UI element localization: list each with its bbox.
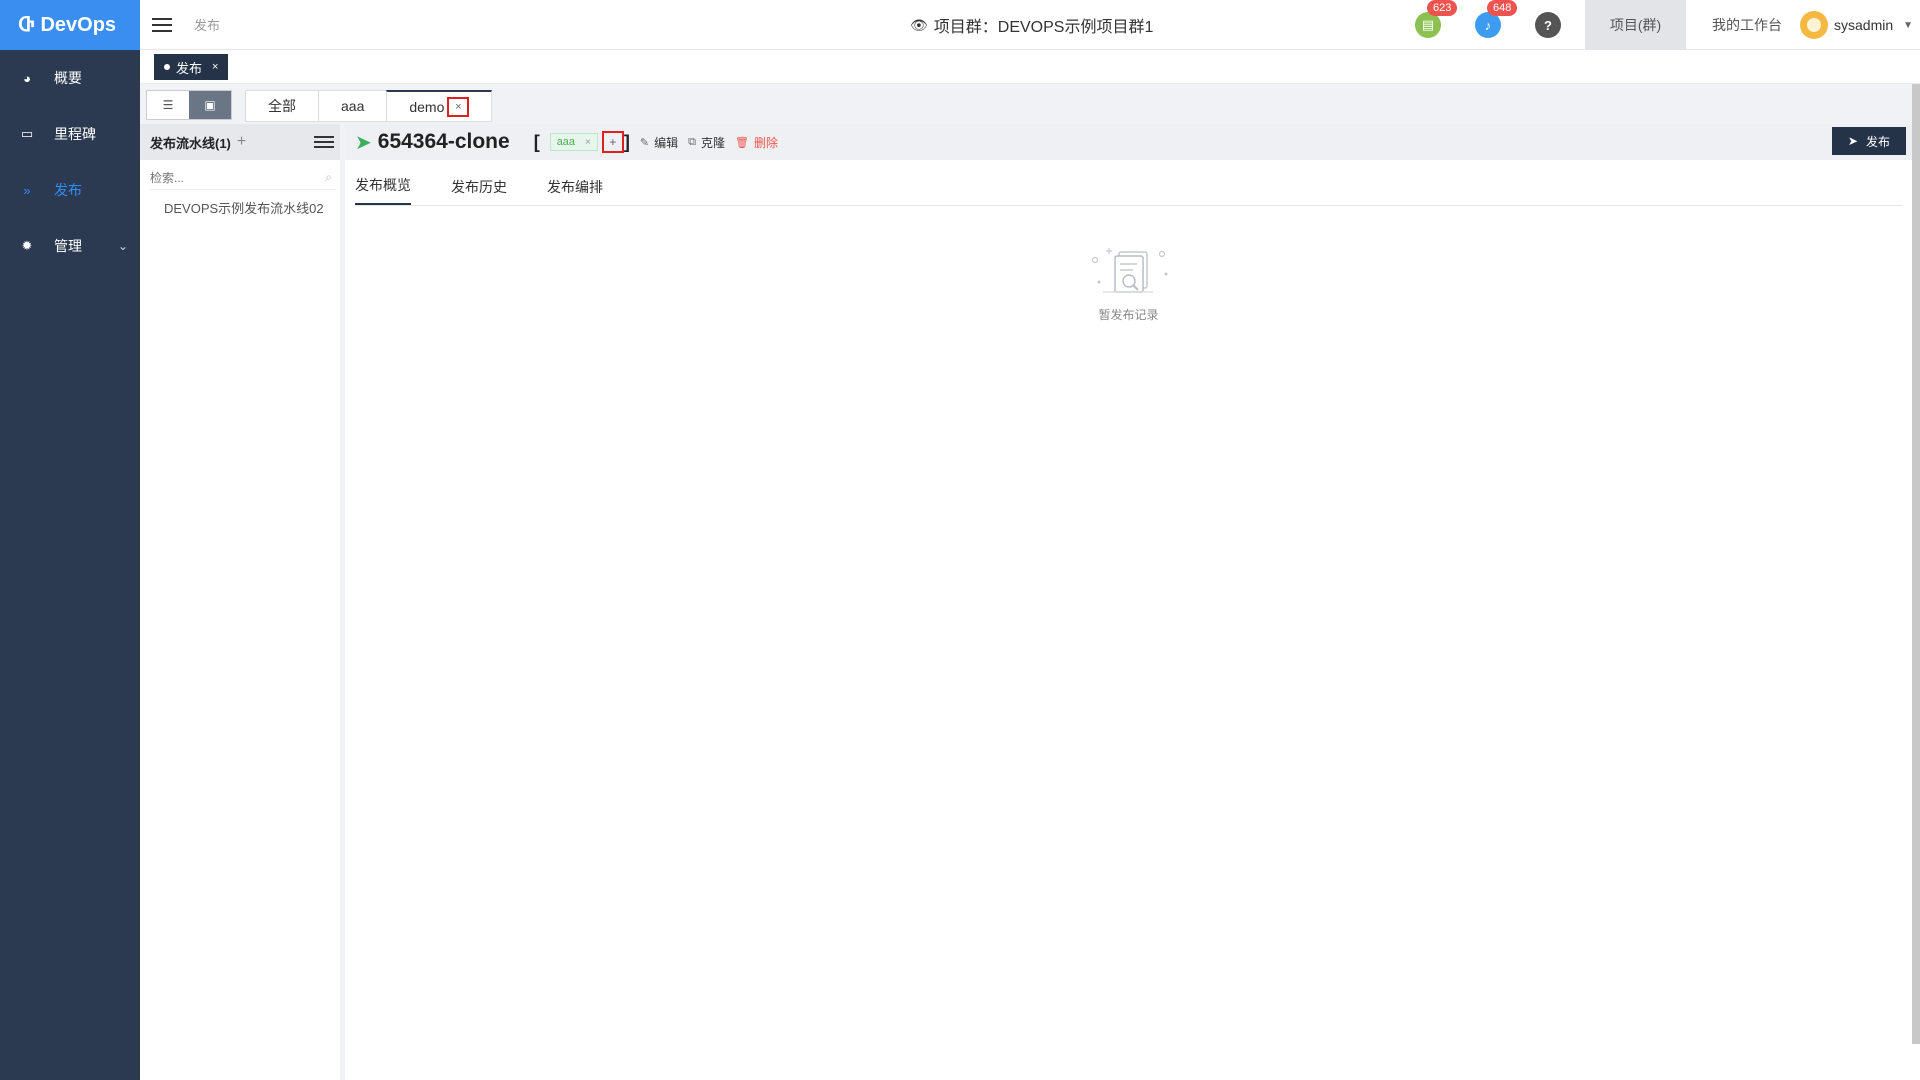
header-icons: ▤ 623 ♪ 648 ? [1415, 0, 1595, 50]
empty-document-icon [1091, 248, 1167, 293]
filter-tab-aaa[interactable]: aaa [318, 90, 387, 122]
pipeline-panel-title: 发布流水线(1) [150, 135, 231, 151]
avatar [1800, 11, 1828, 39]
sidebar-item-milestone[interactable]: ▭ 里程碑 [0, 106, 140, 162]
edit-label: 编辑 [654, 135, 679, 150]
release-title: 654364-clone [377, 130, 510, 153]
menu-icon[interactable] [314, 133, 334, 151]
page-tags-bar: 发布 × [140, 50, 1920, 84]
todo-icon[interactable]: ▤ 623 [1415, 0, 1458, 38]
sidebar-item-label: 概要 [54, 70, 82, 86]
todo-count-badge: 623 [1427, 0, 1458, 16]
forward-icon: » [23, 182, 31, 198]
sidebar: Ⴇ DevOps ◕ 概要 ▭ 里程碑 » 发布 ✹ 管理 ⌄ [0, 0, 140, 1080]
detail-tabs: 发布概览 发布历史 发布编排 [355, 170, 1902, 206]
devops-logo-icon: Ⴇ [18, 14, 35, 35]
chevron-down-icon: ⌄ [117, 239, 128, 253]
filter-tab-label: aaa [341, 98, 365, 114]
view-toggle: ☰ ▣ [146, 90, 232, 120]
close-icon[interactable]: × [585, 137, 591, 148]
filter-tab-label: 全部 [268, 98, 296, 114]
project-group-label: 项目群：DEVOPS示例项目群1 [933, 19, 1154, 36]
sidebar-item-overview[interactable]: ◕ 概要 [0, 50, 140, 106]
top-header: 发布 👁 项目群：DEVOPS示例项目群1 ▤ 623 ♪ 648 ? 项目(群) … [140, 0, 1920, 50]
pipeline-panel-header: 发布流水线(1) + [140, 124, 340, 160]
clone-button[interactable]: ⧉ 克隆 [688, 134, 725, 151]
breadcrumb: 发布 [194, 18, 221, 33]
active-dot-icon [164, 64, 170, 70]
add-tag-button[interactable]: + [601, 131, 624, 153]
eye-icon: 👁 [910, 16, 928, 33]
close-icon[interactable]: × [447, 96, 470, 117]
dashboard-icon: ◕ [23, 70, 31, 86]
nav-project-group[interactable]: 项目(群) [1585, 0, 1686, 50]
tag-bracket-close: ] [623, 131, 630, 152]
app-logo[interactable]: Ⴇ DevOps [0, 0, 140, 50]
notify-count-badge: 648 [1487, 0, 1518, 16]
send-icon: ➤ [1847, 134, 1858, 148]
sidebar-item-manage[interactable]: ✹ 管理 ⌄ [0, 218, 140, 274]
empty-state-text: 暂发布记录 [1098, 308, 1159, 322]
sidebar-item-release[interactable]: » 发布 [0, 162, 140, 218]
filter-tab-label: demo [409, 98, 445, 115]
folder-icon: ▭ [20, 126, 34, 141]
username: sysadmin [1834, 17, 1894, 33]
nav-workbench[interactable]: 我的工作台 [1696, 0, 1798, 50]
search-icon[interactable]: ⌕ [325, 170, 332, 185]
add-pipeline-button[interactable]: + [237, 133, 246, 151]
filter-tab-demo[interactable]: demo × [386, 90, 493, 122]
search-input[interactable] [150, 170, 326, 185]
list-view-icon[interactable]: ☰ [147, 91, 189, 119]
sidebar-item-label: 管理 [54, 238, 82, 254]
pipeline-panel: 发布流水线(1) + ⌕ DEVOPS示例发布流水线02 [140, 124, 340, 1080]
sidebar-item-label: 发布 [54, 182, 82, 198]
nav-project-group-label: 项目(群) [1609, 17, 1662, 33]
publish-button[interactable]: ➤ 发布 [1831, 127, 1906, 155]
help-icon[interactable]: ? [1535, 12, 1561, 38]
paper-plane-icon: ➤ [355, 131, 372, 154]
filter-tabs: 全部 aaa demo × [245, 90, 493, 122]
delete-button[interactable]: 🗑 删除 [735, 134, 778, 151]
trash-icon: 🗑 [735, 136, 749, 149]
tab-orchestration[interactable]: 发布编排 [547, 177, 603, 205]
tag-bracket-open: [ [533, 131, 540, 152]
empty-state: 暂发布记录 [345, 244, 1912, 323]
bell-icon[interactable]: ♪ 648 [1475, 0, 1518, 38]
app-logo-text: DevOps [40, 13, 117, 36]
menu-toggle-icon[interactable] [152, 14, 172, 36]
page-tag-label: 发布 [176, 60, 203, 76]
list-item[interactable]: DEVOPS示例发布流水线02 [140, 190, 340, 217]
publish-label: 发布 [1865, 134, 1890, 149]
close-icon[interactable]: × [212, 61, 218, 73]
user-menu[interactable]: sysadmin ▼ [1800, 0, 1913, 50]
page-scrollbar[interactable] [1912, 84, 1920, 1044]
pipeline-search: ⌕ [150, 166, 336, 190]
caret-down-icon: ▼ [1903, 19, 1914, 31]
help-label: ? [1544, 17, 1552, 33]
nav-workbench-label: 我的工作台 [1712, 17, 1782, 33]
page-tag-release[interactable]: 发布 × [154, 54, 229, 80]
tag-chip-label: aaa [556, 136, 576, 148]
copy-icon: ⧉ [688, 135, 696, 148]
tab-history[interactable]: 发布历史 [451, 177, 507, 205]
card-view-icon[interactable]: ▣ [189, 91, 231, 119]
edit-button[interactable]: ✎ 编辑 [640, 134, 678, 151]
tab-overview[interactable]: 发布概览 [355, 175, 411, 205]
clone-label: 克隆 [700, 135, 725, 150]
pencil-icon: ✎ [639, 136, 650, 149]
sidebar-item-label: 里程碑 [54, 126, 96, 142]
tag-chip: aaa × [549, 133, 598, 151]
delete-label: 删除 [753, 135, 778, 150]
project-group-title: 👁 项目群：DEVOPS示例项目群1 [910, 0, 1153, 50]
release-detail-header: ➤ 654364-clone [ aaa × + ] ✎ 编辑 ⧉ 克隆 🗑 删… [345, 124, 1912, 160]
release-detail-panel: ➤ 654364-clone [ aaa × + ] ✎ 编辑 ⧉ 克隆 🗑 删… [345, 124, 1912, 1080]
main-area: ☰ ▣ 全部 aaa demo × 发布流水线(1) + ⌕ DEVOPS示例发… [140, 84, 1912, 1080]
gear-icon: ✹ [21, 238, 33, 253]
filter-tab-all[interactable]: 全部 [245, 90, 318, 122]
